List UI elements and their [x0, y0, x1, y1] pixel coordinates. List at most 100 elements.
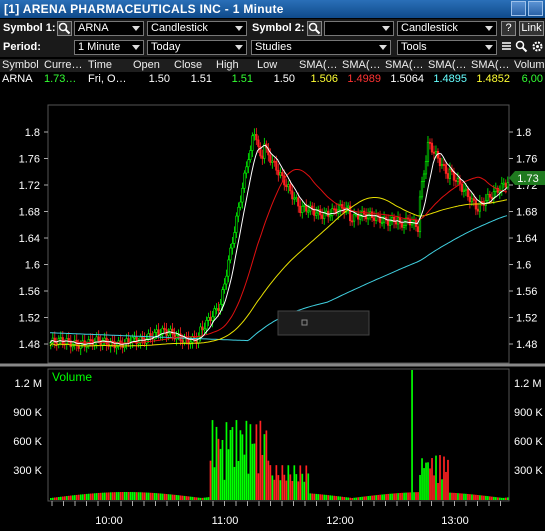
- volume-bar: [189, 496, 192, 500]
- quote-header-cell[interactable]: Time: [86, 59, 131, 72]
- volume-bar: [441, 479, 443, 500]
- volume-bar: [381, 494, 383, 500]
- candle-body: [289, 184, 292, 192]
- candle-body: [125, 338, 128, 344]
- volume-bar: [207, 497, 210, 500]
- quote-header-cell[interactable]: SMA(…: [340, 59, 383, 72]
- quote-value-cell: 1.4895: [433, 73, 467, 85]
- volume-bar: [455, 493, 457, 500]
- volume-axis-label-right: 1.2 M: [514, 378, 542, 390]
- volume-bar: [471, 494, 473, 500]
- quote-header-cell[interactable]: SMA(…: [297, 59, 340, 72]
- symbol2-search-icon[interactable]: [307, 21, 322, 36]
- volume-bar: [211, 420, 214, 500]
- last-price-badge: 1.73: [509, 171, 545, 185]
- link-button[interactable]: Link: [519, 21, 544, 36]
- price-chart[interactable]: 1.8 1.81.76 1.761.72 1.721.68 1.681.64 1.641.…: [0, 89, 545, 529]
- settings-gear-icon[interactable]: [530, 40, 544, 55]
- zoom-icon[interactable]: [514, 40, 528, 55]
- candle-body: [241, 187, 244, 203]
- volume-bar: [425, 462, 427, 500]
- quote-value-cell: 1.51: [231, 73, 253, 85]
- volume-bar: [223, 479, 226, 500]
- symbol1-input[interactable]: ARNA: [74, 21, 144, 36]
- volume-bar: [283, 474, 286, 500]
- volume-bar: [201, 497, 204, 500]
- volume-bar: [309, 493, 312, 500]
- quote-header-cell[interactable]: Open: [131, 59, 172, 72]
- help-button[interactable]: ?: [501, 21, 516, 36]
- volume-bar: [423, 468, 425, 500]
- candle-body: [506, 182, 509, 188]
- candle-body: [386, 219, 390, 226]
- candle-body: [430, 142, 434, 153]
- chart-type2-select[interactable]: Candlestick: [397, 21, 497, 36]
- price-axis-label-right: 1.76: [516, 154, 537, 166]
- volume-bar: [401, 492, 403, 500]
- volume-bar: [175, 495, 178, 500]
- symbol2-input[interactable]: [324, 21, 394, 36]
- quote-header-cell[interactable]: SMA(…: [426, 59, 469, 72]
- studies-value: Studies: [255, 41, 292, 53]
- volume-bar: [497, 497, 499, 500]
- quote-header-cell[interactable]: High: [214, 59, 255, 72]
- volume-bar: [259, 420, 262, 500]
- candle-body: [245, 166, 248, 174]
- volume-bar: [147, 492, 150, 500]
- candle-body: [61, 337, 64, 344]
- volume-bar: [403, 492, 405, 500]
- range-select[interactable]: Today: [147, 40, 247, 55]
- candle-body: [181, 340, 184, 343]
- price-axis-label-left: 1.48: [19, 339, 40, 351]
- studies-select[interactable]: Studies: [251, 40, 391, 55]
- quote-header-cell[interactable]: Curre…: [42, 59, 86, 72]
- tools-select[interactable]: Tools: [397, 40, 497, 55]
- candle-body: [315, 212, 318, 216]
- volume-bar: [323, 494, 326, 500]
- volume-bar: [277, 475, 280, 500]
- minimize-button[interactable]: [511, 1, 526, 16]
- candle-body: [474, 200, 477, 210]
- volume-bar: [395, 493, 397, 500]
- volume-bar: [317, 494, 320, 500]
- volume-title: Volume: [52, 370, 92, 384]
- time-axis-label: 10:00: [95, 515, 123, 527]
- candle-body: [454, 180, 458, 182]
- candle-body: [297, 197, 300, 207]
- quote-header-cell[interactable]: Close: [172, 59, 214, 72]
- settings-icon[interactable]: [501, 40, 512, 55]
- volume-bar: [217, 438, 220, 500]
- volume-bar: [87, 493, 90, 500]
- volume-bar: [95, 493, 98, 500]
- maximize-button[interactable]: [528, 1, 543, 16]
- period-select[interactable]: 1 Minute: [74, 40, 144, 55]
- candle-body: [420, 181, 424, 198]
- quote-header-cell[interactable]: Volum: [512, 59, 545, 72]
- quote-header-cell[interactable]: SMA(…: [469, 59, 512, 72]
- quote-header-cell[interactable]: Low: [255, 59, 297, 72]
- volume-bar: [331, 495, 334, 500]
- volume-bar: [71, 495, 74, 500]
- price-axis-label-right: 1.56: [516, 286, 537, 298]
- price-axis-label-left: 1.72: [19, 180, 40, 192]
- candle-body: [257, 139, 260, 147]
- volume-bar: [297, 481, 300, 500]
- volume-bar: [181, 495, 184, 500]
- volume-bar: [117, 492, 120, 500]
- symbol1-search-icon[interactable]: [57, 21, 72, 36]
- volume-bar: [179, 495, 182, 500]
- symbol2-label: Symbol 2:: [252, 22, 305, 34]
- volume-bar: [53, 497, 56, 500]
- volume-bar: [235, 420, 238, 500]
- volume-bar: [255, 424, 258, 500]
- candle-body: [347, 205, 350, 209]
- volume-bar: [91, 493, 94, 500]
- candle-body: [225, 275, 228, 285]
- quote-value-cell: 6,00: [521, 73, 543, 85]
- quote-header-cell[interactable]: Symbol: [0, 59, 42, 72]
- volume-bar: [191, 496, 194, 500]
- volume-bar: [239, 430, 242, 500]
- quote-header-cell[interactable]: SMA(…: [383, 59, 426, 72]
- chart-type1-select[interactable]: Candlestick: [147, 21, 247, 36]
- candle-body: [215, 308, 218, 310]
